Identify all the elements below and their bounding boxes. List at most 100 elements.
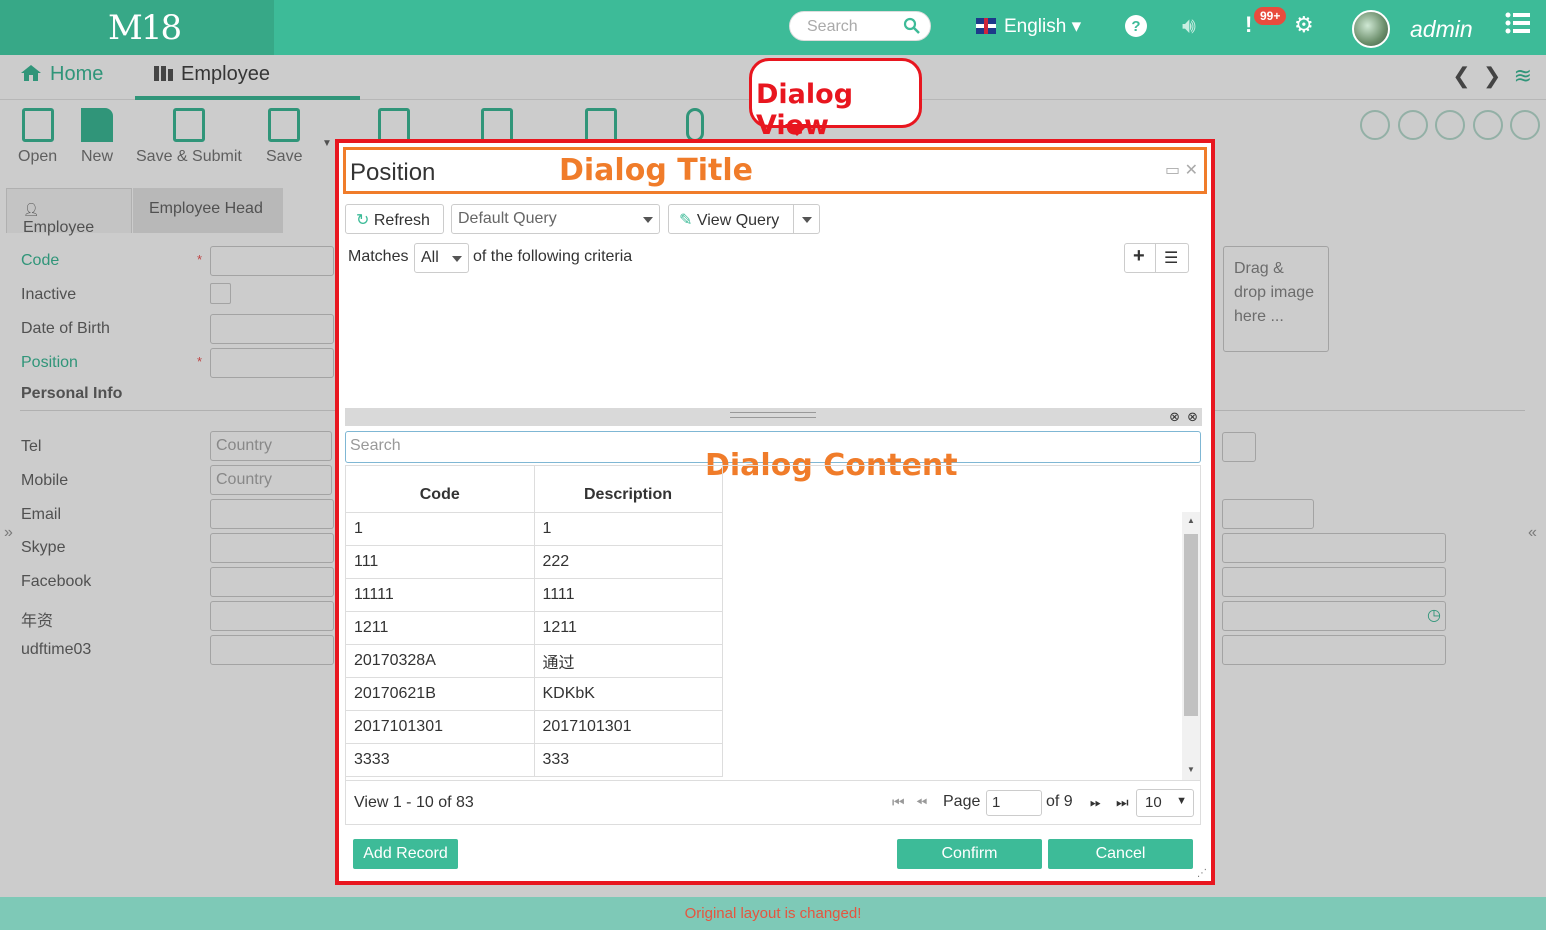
callout-label: Dialog View: [756, 79, 854, 141]
cell-description: 1111: [534, 578, 723, 612]
status-footer: Original layout is changed!: [0, 897, 1546, 930]
chevron-down-icon: [802, 217, 812, 223]
criteria-list-button[interactable]: ☰: [1155, 243, 1189, 273]
menu-list-icon[interactable]: [1505, 10, 1531, 42]
language-selector[interactable]: English ▾: [976, 15, 1081, 38]
grid-search-placeholder: Search: [350, 437, 401, 454]
criteria-text: of the following criteria: [473, 248, 633, 265]
next-page-icon[interactable]: ⏩︎: [1090, 794, 1101, 811]
global-search-input[interactable]: Search: [789, 11, 931, 41]
table-row[interactable]: 11111 1111: [346, 578, 723, 612]
view-query-label: View Query: [696, 212, 780, 229]
alert-icon[interactable]: !: [1245, 12, 1252, 38]
close-icon[interactable]: ✕: [1185, 162, 1198, 179]
page-size-select[interactable]: 10 ▼: [1136, 789, 1194, 817]
notification-badge: 99+: [1254, 7, 1287, 25]
cell-description: 1: [534, 512, 723, 546]
grid-header-row: Code Description: [346, 466, 723, 513]
dialog-window-controls: ▭ ✕: [1165, 160, 1198, 180]
matches-value: All: [421, 249, 439, 266]
cell-description: 通过: [534, 644, 723, 678]
page-number-input[interactable]: 1: [986, 790, 1042, 816]
dialog-titlebar[interactable]: Position ▭ ✕: [343, 147, 1207, 194]
layout-changed-message: Original layout is changed!: [684, 905, 862, 922]
table-row[interactable]: 20170328A 通过: [346, 644, 723, 678]
scroll-up-icon[interactable]: ▲: [1187, 516, 1195, 525]
scroll-down-icon[interactable]: ▼: [1187, 765, 1195, 774]
search-placeholder: Search: [807, 18, 858, 35]
cell-code: 1211: [346, 611, 535, 645]
cell-code: 3333: [346, 743, 535, 777]
list-icon: ☰: [1164, 250, 1179, 267]
avatar[interactable]: [1352, 10, 1390, 48]
drag-grip[interactable]: [730, 412, 816, 418]
view-query-button[interactable]: ✎ View Query: [668, 204, 794, 234]
add-record-button[interactable]: Add Record: [353, 839, 458, 869]
cell-code: 111: [346, 545, 535, 579]
cell-description: 222: [534, 545, 723, 579]
cell-description: 2017101301: [534, 710, 723, 744]
cell-code: 11111: [346, 578, 535, 612]
page-total: of 9: [1046, 793, 1073, 810]
cell-code: 1: [346, 512, 535, 546]
add-criteria-button[interactable]: +: [1124, 243, 1156, 273]
page-number-value: 1: [992, 794, 1001, 811]
collapse-up-icon[interactable]: ⊗: [1187, 409, 1198, 425]
user-name[interactable]: admin: [1410, 16, 1473, 43]
panel-splitter[interactable]: ⊗ ⊗: [345, 408, 1202, 426]
first-page-icon[interactable]: ⏮︎: [892, 794, 905, 811]
cell-code: 20170328A: [346, 644, 535, 678]
collapse-down-icon[interactable]: ⊗: [1169, 409, 1180, 425]
table-row[interactable]: 11: [346, 512, 723, 546]
resize-handle-icon[interactable]: ⋰: [1197, 868, 1207, 879]
cell-code: 20170621B: [346, 677, 535, 711]
table-row[interactable]: 3333 333: [346, 743, 723, 777]
refresh-button[interactable]: ↻ Refresh: [345, 204, 444, 234]
chevron-down-icon: ▼: [1176, 795, 1187, 807]
volume-icon[interactable]: 🔊︎: [1182, 13, 1196, 39]
record-count: View 1 - 10 of 83: [354, 794, 474, 811]
table-row[interactable]: 1211 1211: [346, 611, 723, 645]
position-grid: Code Description 11 111 222 11111 1111 121…: [345, 465, 1201, 781]
cell-description: 333: [534, 743, 723, 777]
last-page-icon[interactable]: ⏭︎: [1116, 794, 1129, 811]
chevron-down-icon: [452, 256, 462, 262]
query-select[interactable]: Default Query: [451, 204, 660, 234]
settings-icon[interactable]: ⚙: [1294, 12, 1314, 38]
table-row[interactable]: 111 222: [346, 545, 723, 579]
cancel-label: Cancel: [1095, 845, 1146, 862]
maximize-icon[interactable]: ▭: [1165, 162, 1180, 179]
top-bar: M18 Search English ▾ ? 🔊︎ ! 99+ ⚙ admin: [0, 0, 1546, 55]
logo-area[interactable]: M18: [0, 0, 274, 55]
cell-description: KDKbK: [534, 677, 723, 711]
page-size-value: 10: [1145, 794, 1162, 811]
query-value: Default Query: [458, 210, 557, 227]
cancel-button[interactable]: Cancel: [1048, 839, 1193, 869]
grid-table: Code Description 11 111 222 11111 1111 121…: [346, 466, 723, 777]
matches-select[interactable]: All: [414, 243, 469, 273]
edit-icon: ✎: [679, 212, 693, 229]
confirm-button[interactable]: Confirm: [897, 839, 1042, 869]
grid-pager: View 1 - 10 of 83 ⏮︎ ⏪︎ Page 1 of 9 ⏩︎ ⏭…: [345, 781, 1201, 825]
view-query-dropdown[interactable]: [793, 204, 820, 234]
column-header-code[interactable]: Code: [346, 466, 535, 513]
table-row[interactable]: 2017101301 2017101301: [346, 710, 723, 744]
help-icon[interactable]: ?: [1124, 14, 1148, 44]
search-icon[interactable]: [903, 17, 921, 35]
uk-flag-icon: [976, 18, 996, 34]
callout-tail: [785, 124, 809, 136]
refresh-icon: ↻: [356, 212, 370, 229]
add-record-label: Add Record: [363, 845, 448, 862]
app-logo: M18: [108, 8, 182, 48]
grid-scrollbar[interactable]: ▲ ▼: [1182, 512, 1200, 780]
dialog-title: Position: [350, 159, 436, 186]
prev-page-icon[interactable]: ⏪︎: [916, 794, 927, 811]
column-header-description[interactable]: Description: [534, 466, 723, 513]
scrollbar-thumb[interactable]: [1184, 534, 1198, 716]
dialog-view-callout: Dialog View: [749, 58, 922, 141]
chevron-down-icon: [643, 217, 653, 223]
confirm-label: Confirm: [941, 845, 998, 862]
table-row[interactable]: 20170621B KDKbK: [346, 677, 723, 711]
cell-description: 1211: [534, 611, 723, 645]
matches-label: Matches: [348, 248, 409, 265]
